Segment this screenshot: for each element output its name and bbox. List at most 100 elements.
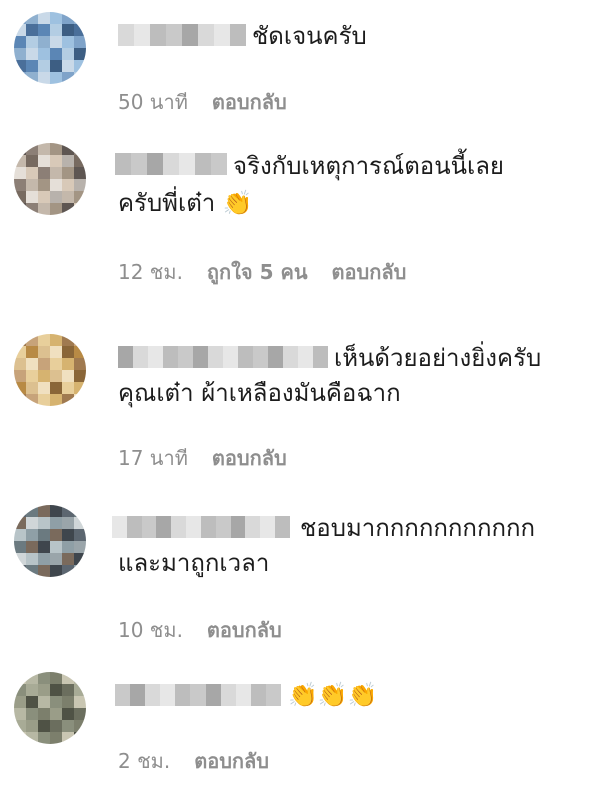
avatar-pixel [62, 358, 74, 370]
comment-text-line2: ครับพี่เต๋า 👏 [118, 189, 253, 217]
avatar-pixel [26, 708, 38, 720]
comment-text-line2: คุณเต๋า ผ้าเหลืองมันคือฉาก [118, 379, 401, 407]
avatar[interactable] [14, 672, 86, 744]
reply-button[interactable]: ตอบกลับ [212, 86, 287, 118]
avatar-pixel [50, 167, 62, 179]
likes-count[interactable]: ถูกใจ 5 คน [207, 256, 308, 288]
comment-time: 12 ชม. [118, 260, 183, 284]
avatar-pixel [38, 541, 50, 553]
username-blurred[interactable] [115, 684, 281, 706]
avatar-pixel [50, 732, 62, 744]
avatar-pixel [62, 553, 74, 565]
username-pixel [250, 684, 266, 706]
avatar-pixel [74, 60, 86, 72]
username-pixel [190, 684, 206, 706]
avatar-pixel [50, 12, 62, 24]
avatar-pixel [38, 517, 50, 529]
avatar-pixel [38, 167, 50, 179]
username-pixel [141, 516, 157, 538]
reply-button[interactable]: ตอบกลับ [207, 614, 282, 646]
avatar-pixel [62, 370, 74, 382]
username-pixel [112, 516, 127, 538]
avatar-pixel [74, 696, 86, 708]
comment-time: 17 นาที [118, 446, 188, 470]
avatar-pixel [50, 382, 62, 394]
username-pixel [118, 346, 133, 368]
avatar-pixel [26, 334, 38, 346]
avatar-pixel [62, 334, 74, 346]
avatar-pixel [74, 720, 86, 732]
avatar-pixel [50, 394, 62, 406]
avatar[interactable] [14, 12, 86, 84]
avatar-pixel [14, 382, 26, 394]
avatar[interactable] [14, 143, 86, 215]
avatar-pixel [38, 48, 50, 60]
avatar-pixel [14, 732, 26, 744]
avatar-pixel [38, 155, 50, 167]
username-pixel [130, 684, 146, 706]
avatar-pixel [26, 179, 38, 191]
avatar-pixel [62, 346, 74, 358]
username-pixel [178, 346, 193, 368]
avatar-pixel [74, 708, 86, 720]
username-blurred[interactable] [112, 516, 290, 538]
username-pixel [208, 346, 223, 368]
avatar-pixel [26, 696, 38, 708]
avatar[interactable] [14, 334, 86, 406]
username-pixel [150, 24, 166, 46]
avatar-pixel [62, 732, 74, 744]
avatar-pixel [50, 179, 62, 191]
avatar[interactable] [14, 505, 86, 577]
avatar-pixel [14, 24, 26, 36]
avatar-pixel [74, 732, 86, 744]
avatar-pixel [74, 672, 86, 684]
username-pixel [134, 24, 150, 46]
username-pixel [238, 346, 253, 368]
username-pixel [147, 153, 163, 175]
avatar-pixel [14, 203, 26, 215]
avatar-pixel [26, 505, 38, 517]
avatar-pixel [74, 36, 86, 48]
avatar-pixel [74, 541, 86, 553]
avatar-pixel [38, 394, 50, 406]
reply-button[interactable]: ตอบกลับ [212, 442, 287, 474]
reply-button[interactable]: ตอบกลับ [332, 256, 407, 288]
avatar-pixel [62, 36, 74, 48]
username-blurred[interactable] [115, 153, 227, 175]
username-blurred[interactable] [118, 24, 246, 46]
avatar-pixel [74, 565, 86, 577]
avatar-pixel [62, 672, 74, 684]
avatar-pixel [14, 720, 26, 732]
avatar-pixel [74, 505, 86, 517]
username-blurred[interactable] [118, 346, 328, 368]
avatar-pixel [38, 24, 50, 36]
avatar-pixel [38, 553, 50, 565]
avatar-pixel [74, 12, 86, 24]
avatar-pixel [62, 191, 74, 203]
username-pixel [198, 24, 214, 46]
avatar-pixel [62, 72, 74, 84]
avatar-pixel [14, 672, 26, 684]
avatar-pixel [62, 143, 74, 155]
avatar-pixel [14, 553, 26, 565]
comment-text: เห็นด้วยอย่างยิ่งครับ [334, 344, 542, 372]
avatar-pixel [62, 394, 74, 406]
username-pixel [179, 153, 195, 175]
avatar-pixel [50, 346, 62, 358]
avatar-pixel [14, 529, 26, 541]
avatar-pixel [14, 143, 26, 155]
avatar-pixel [14, 334, 26, 346]
avatar-pixel [74, 684, 86, 696]
avatar-pixel [50, 36, 62, 48]
avatar-pixel [38, 203, 50, 215]
reply-button[interactable]: ตอบกลับ [194, 745, 269, 777]
avatar-pixel [74, 48, 86, 60]
comment-meta: 50 นาที ตอบกลับ [118, 86, 287, 118]
avatar-pixel [50, 370, 62, 382]
avatar-pixel [38, 720, 50, 732]
username-pixel [215, 516, 231, 538]
avatar-pixel [14, 72, 26, 84]
avatar-pixel [14, 167, 26, 179]
avatar-pixel [74, 155, 86, 167]
username-pixel [148, 346, 163, 368]
